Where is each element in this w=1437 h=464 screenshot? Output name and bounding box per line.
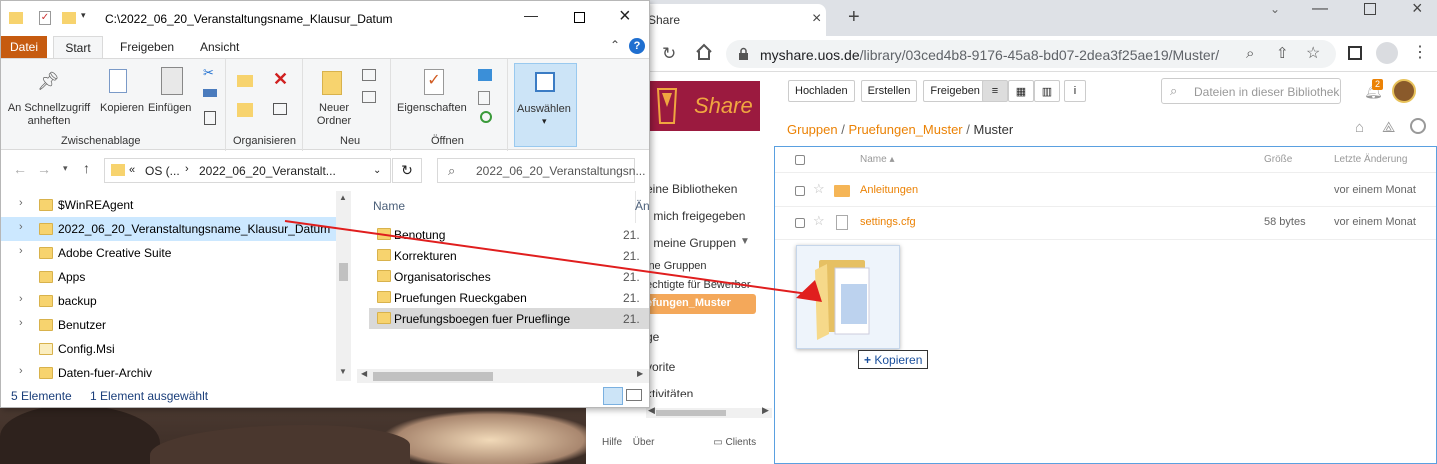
drag-arrow-annotation xyxy=(284,220,822,302)
